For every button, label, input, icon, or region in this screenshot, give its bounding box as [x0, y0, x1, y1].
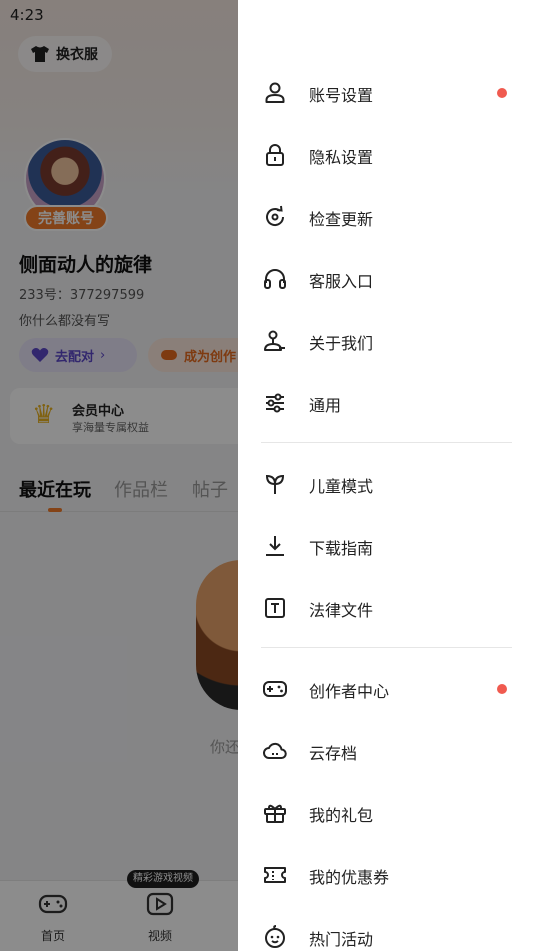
side-drawer: 账号设置 隐私设置 检查更新 客服入口 关于我们 通用 儿童模式 下载指南 法律…: [238, 0, 535, 951]
menu-item-privacy-settings[interactable]: 隐私设置: [238, 130, 535, 180]
menu-item-legal-documents[interactable]: 法律文件: [238, 583, 535, 633]
smile-icon: [262, 924, 288, 950]
sprout-icon: [262, 471, 288, 497]
menu-item-label: 儿童模式: [309, 477, 374, 496]
menu-item-label: 创作者中心: [309, 682, 390, 701]
gamepad-icon: [262, 676, 288, 702]
menu-item-check-update[interactable]: 检查更新: [238, 192, 535, 242]
menu-item-label: 热门活动: [309, 930, 374, 949]
menu-item-label: 检查更新: [309, 210, 374, 229]
gift-icon: [262, 800, 288, 826]
menu-item-label: 账号设置: [309, 86, 374, 105]
menu-item-hot-events[interactable]: 热门活动: [238, 912, 535, 951]
document-icon: [262, 595, 288, 621]
menu-item-cloud-save[interactable]: 云存档: [238, 726, 535, 776]
menu-item-label: 云存档: [309, 744, 358, 763]
menu-item-account-settings[interactable]: 账号设置: [238, 68, 535, 118]
user-icon: [262, 80, 288, 106]
download-icon: [262, 533, 288, 559]
lock-icon: [262, 142, 288, 168]
menu-item-label: 通用: [309, 396, 342, 415]
menu-item-label: 隐私设置: [309, 148, 374, 167]
menu-item-download-guide[interactable]: 下载指南: [238, 521, 535, 571]
menu-item-label: 关于我们: [309, 334, 374, 353]
menu-item-customer-service[interactable]: 客服入口: [238, 254, 535, 304]
headset-icon: [262, 266, 288, 292]
menu-item-general[interactable]: 通用: [238, 378, 535, 428]
menu-item-label: 客服入口: [309, 272, 374, 291]
coupon-icon: [262, 862, 288, 888]
menu-item-label: 我的优惠券: [309, 868, 390, 887]
menu-divider: [261, 647, 512, 648]
menu-item-label: 下载指南: [309, 539, 374, 558]
menu-item-kids-mode[interactable]: 儿童模式: [238, 459, 535, 509]
menu-item-my-coupons[interactable]: 我的优惠券: [238, 850, 535, 900]
menu-item-label: 我的礼包: [309, 806, 374, 825]
menu-item-about-us[interactable]: 关于我们: [238, 316, 535, 366]
menu-item-label: 法律文件: [309, 601, 374, 620]
cloud-icon: [262, 738, 288, 764]
menu-item-creator-center[interactable]: 创作者中心: [238, 664, 535, 714]
menu-divider: [261, 442, 512, 443]
about-icon: [262, 328, 288, 354]
sliders-icon: [262, 390, 288, 416]
notification-dot: [497, 684, 507, 694]
refresh-icon: [262, 204, 288, 230]
notification-dot: [497, 88, 507, 98]
menu-item-my-gifts[interactable]: 我的礼包: [238, 788, 535, 838]
drawer-scrim[interactable]: [0, 0, 238, 951]
